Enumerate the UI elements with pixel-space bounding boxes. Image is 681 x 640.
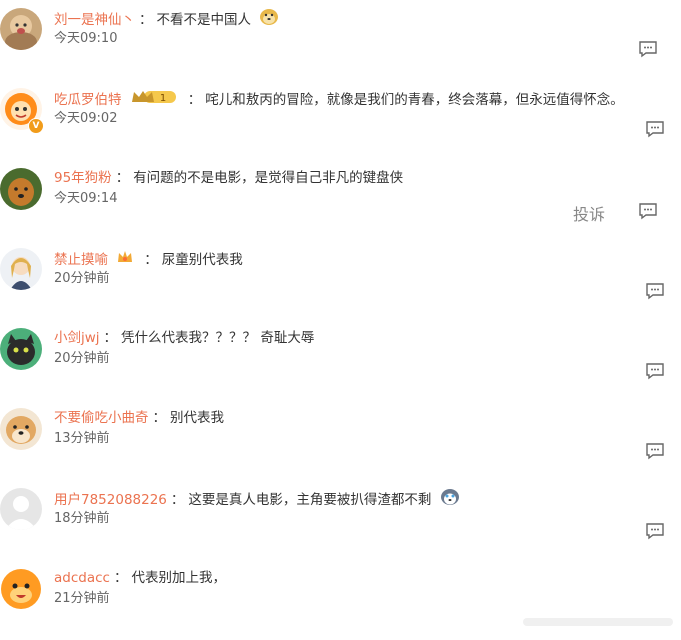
comment-item: 刘一是神仙丶：不看不是中国人 今天09:10 [0, 0, 681, 80]
avatar[interactable] [0, 168, 42, 210]
comment-text: 尿童别代表我 [161, 252, 243, 268]
comment-item: 小剑jwj：凭什么代表我？？？？ 奇耻大辱 20分钟前 [0, 320, 681, 400]
comment-item: 用户7852088226：这要是真人电影，主角要被扒得渣都不剩 18分钟前 [0, 480, 681, 560]
avatar[interactable] [0, 8, 42, 50]
avatar[interactable] [0, 568, 42, 610]
username[interactable]: 吃瓜罗伯特 [54, 92, 122, 108]
username[interactable]: 禁止摸喻 [54, 252, 108, 268]
comment-item: V 吃瓜罗伯特 1 ：咤儿和敖丙的冒险，就像是我们的青春，终会落幕，但永远值得怀… [0, 80, 681, 160]
username[interactable]: 刘一是神仙丶 [54, 12, 135, 28]
username[interactable]: adcdacc [54, 570, 110, 586]
comment-text: 咤儿和敖丙的冒险，就像是我们的青春，终会落幕，但永远值得怀念。 [205, 92, 624, 108]
comment-text: 这要是真人电影，主角要被扒得渣都不剩 [188, 492, 432, 508]
timestamp: 21分钟前 [54, 591, 110, 606]
member-crown-badge-icon: 1 [130, 88, 178, 112]
reply-icon[interactable] [638, 40, 658, 58]
timestamp: 今天09:02 [54, 111, 118, 126]
separator: ： [113, 570, 128, 586]
separator: ： [103, 330, 118, 346]
avatar[interactable] [0, 408, 42, 450]
avatar[interactable] [0, 248, 42, 290]
separator: ： [144, 252, 158, 268]
avatar[interactable] [0, 488, 42, 530]
timestamp: 20分钟前 [54, 271, 110, 286]
watermark-logo [523, 614, 673, 628]
username[interactable]: 不要偷吃小曲奇 [54, 410, 149, 426]
comment-text: 不看不是中国人 [156, 12, 252, 28]
username[interactable]: 小剑jwj [54, 330, 100, 346]
comment-item: 95年狗粉：有问题的不是电影，是觉得自己非凡的键盘侠 今天09:14 投诉 [0, 160, 681, 240]
crown-badge-icon [116, 248, 134, 272]
svg-text:1: 1 [160, 93, 166, 104]
avatar[interactable] [0, 328, 42, 370]
comment-text: 代表别加上我， [131, 570, 226, 586]
timestamp: 今天09:14 [54, 191, 118, 206]
separator: ： [139, 12, 153, 28]
reply-icon[interactable] [645, 120, 665, 138]
comment-item: 禁止摸喻 ：尿童别代表我 20分钟前 [0, 240, 681, 320]
separator: ： [187, 92, 202, 108]
separator: ： [170, 492, 185, 508]
timestamp: 20分钟前 [54, 351, 110, 366]
reply-icon[interactable] [645, 282, 665, 300]
comment-item: 不要偷吃小曲奇：别代表我 13分钟前 [0, 400, 681, 480]
separator: ： [115, 170, 130, 186]
report-button[interactable]: 投诉 [573, 201, 605, 225]
reply-icon[interactable] [645, 362, 665, 380]
comment-text: 凭什么代表我？？？？ 奇耻大辱 [121, 330, 315, 346]
reply-icon[interactable] [645, 442, 665, 460]
username[interactable]: 95年狗粉 [54, 170, 112, 186]
comment-text: 有问题的不是电影，是觉得自己非凡的键盘侠 [133, 170, 404, 186]
doge-emoji-icon [259, 8, 279, 32]
separator: ： [152, 410, 167, 426]
reply-icon[interactable] [645, 522, 665, 540]
reply-icon[interactable] [638, 202, 658, 220]
timestamp: 今天09:10 [54, 31, 118, 46]
husky-emoji-icon [440, 488, 460, 512]
comment-text: 别代表我 [170, 410, 224, 426]
verified-icon: V [28, 118, 44, 134]
timestamp: 18分钟前 [54, 511, 110, 526]
comment-feed: 刘一是神仙丶：不看不是中国人 今天09:10 V 吃瓜罗伯特 1 ： 咤儿和敖丙… [0, 0, 681, 634]
username[interactable]: 用户7852088226 [54, 492, 167, 508]
timestamp: 13分钟前 [54, 431, 110, 446]
